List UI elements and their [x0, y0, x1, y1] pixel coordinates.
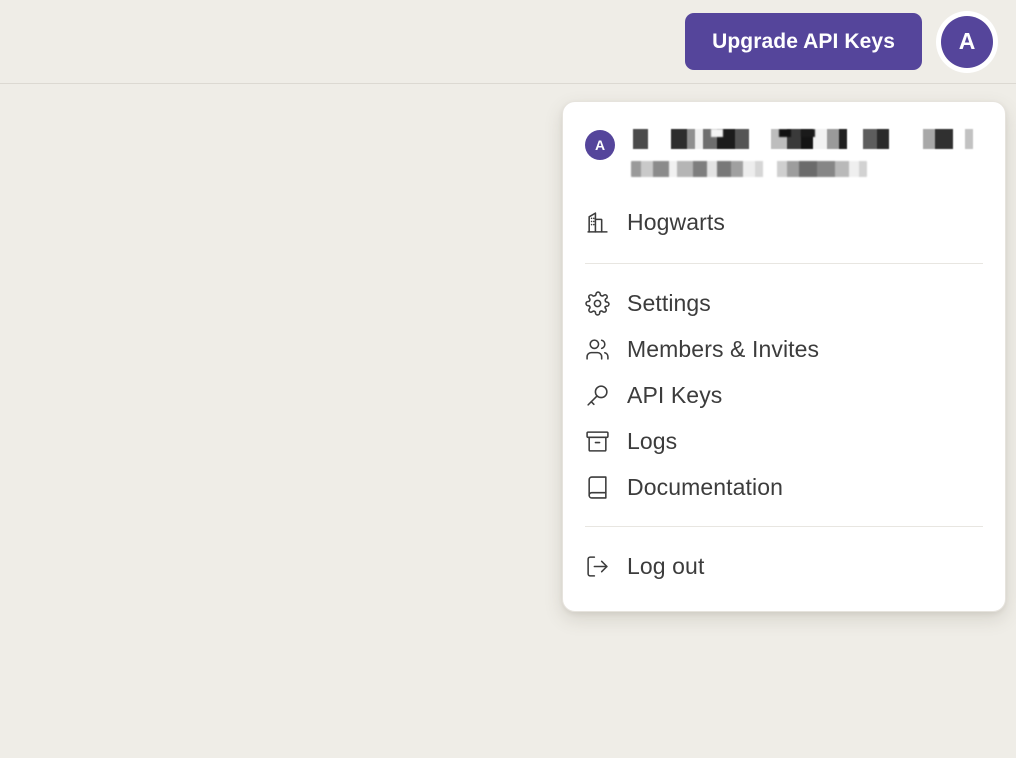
book-icon — [585, 475, 615, 500]
archive-icon — [585, 429, 615, 454]
account-name-redacted: [redacted] — [631, 129, 979, 149]
menu-item-api-keys[interactable]: API Keys — [563, 372, 1005, 418]
menu-item-settings[interactable]: Settings — [563, 280, 1005, 326]
menu-item-settings-label: Settings — [627, 289, 711, 316]
logout-icon — [585, 554, 615, 579]
key-icon — [585, 383, 615, 408]
users-icon — [585, 337, 615, 362]
account-dropdown-menu: A [redacted] [redacted] Hogwarts — [562, 101, 1006, 612]
account-email-redacted: [redacted] — [631, 161, 867, 177]
avatar: A — [941, 15, 993, 68]
menu-item-members-invites-label: Members & Invites — [627, 335, 820, 362]
menu-item-logs-label: Logs — [627, 427, 678, 454]
menu-item-members-invites[interactable]: Members & Invites — [563, 326, 1005, 372]
upgrade-api-keys-button[interactable]: Upgrade API Keys — [685, 13, 922, 70]
menu-item-organization[interactable]: Hogwarts — [563, 197, 1005, 247]
app-header: Upgrade API Keys A — [0, 0, 1016, 84]
gear-icon — [585, 290, 615, 316]
menu-item-organization-label: Hogwarts — [627, 208, 725, 235]
menu-item-log-out-label: Log out — [627, 552, 705, 579]
account-avatar-button[interactable]: A — [936, 10, 998, 73]
account-identity-text: [redacted] [redacted] — [631, 128, 983, 177]
menu-item-logs[interactable]: Logs — [563, 418, 1005, 464]
avatar: A — [585, 130, 615, 160]
building-icon — [585, 210, 615, 235]
menu-item-api-keys-label: API Keys — [627, 381, 723, 408]
menu-item-log-out[interactable]: Log out — [563, 543, 1005, 589]
menu-item-documentation-label: Documentation — [627, 473, 783, 500]
account-identity-row: A [redacted] [redacted] — [563, 122, 1005, 181]
menu-item-documentation[interactable]: Documentation — [563, 464, 1005, 510]
menu-divider-bottom — [585, 526, 983, 527]
menu-divider-top — [585, 263, 983, 264]
